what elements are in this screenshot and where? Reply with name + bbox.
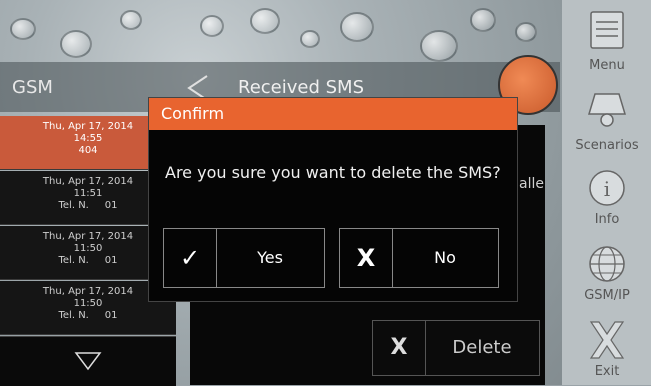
sidebar-item-label: Menu (589, 58, 625, 73)
dialog-title-bar: Confirm (149, 98, 517, 130)
dialog-title: Confirm (161, 104, 225, 123)
delete-icon: X (373, 321, 426, 375)
sms-sender: Tel. N. 01 (58, 310, 118, 321)
sidebar-item-label: Info (594, 212, 620, 227)
sidebar-item-info[interactable]: i Info (565, 162, 649, 234)
section-title: Received SMS (238, 77, 364, 98)
water-drop (470, 8, 496, 32)
sidebar-item-menu[interactable]: Menu (565, 4, 649, 76)
svg-text:i: i (604, 177, 610, 201)
sidebar-item-label: Exit (594, 364, 620, 379)
water-drop (200, 15, 224, 37)
dialog-message: Are you sure you want to delete the SMS? (165, 163, 501, 182)
chevron-down-icon (74, 352, 102, 371)
close-icon: X (340, 229, 393, 287)
water-drop (250, 8, 280, 34)
yes-label: Yes (257, 248, 283, 267)
sidebar-item-exit[interactable]: Exit (565, 314, 649, 386)
delete-button[interactable]: X Delete (372, 320, 540, 376)
check-icon: ✓ (164, 229, 217, 287)
delete-label: Delete (452, 337, 512, 358)
water-drop (420, 30, 458, 62)
scroll-down-button[interactable] (0, 336, 176, 386)
water-drop (340, 12, 374, 42)
water-drop (60, 30, 92, 58)
water-drop (515, 22, 537, 42)
no-label: No (434, 248, 456, 267)
globe-icon (589, 246, 625, 282)
menu-icon (590, 11, 624, 49)
confirm-dialog: Confirm Are you sure you want to delete … (148, 97, 518, 302)
no-button[interactable]: X No (339, 228, 499, 288)
info-icon: i (589, 170, 625, 206)
yes-button[interactable]: ✓ Yes (163, 228, 325, 288)
water-drop (300, 30, 320, 48)
page-title: GSM (12, 77, 53, 98)
sidebar-item-label: Scenarios (575, 138, 639, 153)
water-drop (120, 10, 142, 30)
sidebar-item-label: GSM/IP (584, 288, 630, 303)
exit-icon (589, 321, 625, 359)
sidebar-item-scenarios[interactable]: Scenarios (565, 82, 649, 154)
scenarios-icon (587, 93, 627, 127)
sidebar-item-gsm-ip[interactable]: GSM/IP (565, 238, 649, 310)
sms-detail-text: alle (519, 176, 544, 192)
water-drop (10, 18, 36, 40)
